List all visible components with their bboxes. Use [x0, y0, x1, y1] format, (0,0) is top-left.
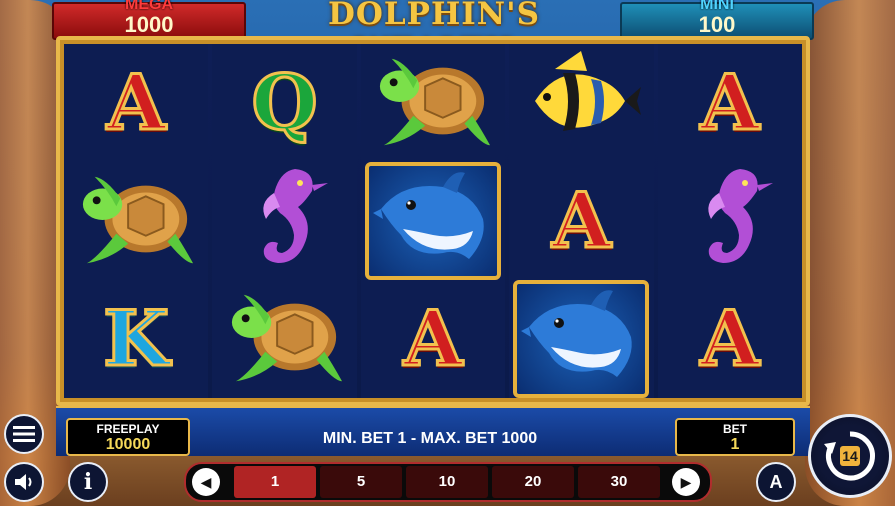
- spin-button[interactable]: 14: [808, 414, 892, 498]
- symbol-cell: A: [64, 44, 208, 162]
- symbol-cell: [361, 44, 505, 162]
- symbol-cell: A: [658, 44, 802, 162]
- info-button[interactable]: i: [68, 462, 108, 502]
- symbol-q: Q: [250, 58, 319, 147]
- info-icon: i: [83, 469, 93, 495]
- reels-grid: A K Q A A A A: [64, 44, 803, 398]
- sound-button[interactable]: [4, 462, 44, 502]
- autoplay-icon: A: [769, 471, 783, 492]
- bet-next-button[interactable]: ▶: [672, 468, 700, 496]
- symbol-cell: [64, 162, 208, 280]
- seahorse-icon: [685, 163, 775, 280]
- bet-box: BET 1: [675, 418, 795, 456]
- reel-1: A K: [64, 44, 209, 398]
- sound-icon: [15, 474, 32, 490]
- freeplay-value: 10000: [105, 436, 151, 453]
- bet-prev-button[interactable]: ◀: [192, 468, 220, 496]
- symbol-a: A: [402, 294, 464, 383]
- mega-jackpot: MEGA 1000: [52, 0, 246, 40]
- autoplay-button[interactable]: A: [756, 462, 796, 502]
- dolphin-icon: [513, 280, 650, 398]
- bet-range-text: MIN. BET 1 - MAX. BET 1000: [322, 430, 538, 447]
- symbol-cell: [212, 162, 356, 280]
- symbol-cell: [509, 44, 653, 162]
- menu-icon: [13, 426, 35, 442]
- bet-option-5[interactable]: 5: [320, 466, 402, 498]
- chevron-right-icon: ▶: [680, 474, 692, 490]
- symbol-cell: [509, 280, 653, 398]
- menu-button[interactable]: [4, 414, 44, 454]
- reel-3: A: [360, 44, 506, 398]
- svg-text:14: 14: [842, 448, 858, 464]
- bet-option-1[interactable]: 1: [234, 466, 316, 498]
- turtle-icon: [374, 46, 492, 161]
- symbol-cell: [658, 162, 802, 280]
- reel-frame: A K Q A A A A: [56, 36, 810, 406]
- seahorse-icon: [240, 163, 330, 280]
- bet-value: 1: [730, 436, 740, 453]
- symbol-cell: [361, 162, 505, 280]
- symbol-a: A: [699, 58, 761, 147]
- fish-icon: [521, 50, 642, 156]
- symbol-a: A: [699, 294, 761, 383]
- symbol-cell: A: [509, 162, 653, 280]
- symbol-cell: K: [64, 280, 208, 398]
- turtle-icon: [77, 164, 195, 279]
- symbol-a: A: [105, 58, 167, 147]
- mini-jackpot-value: 100: [698, 12, 736, 37]
- symbol-cell: Q: [212, 44, 356, 162]
- bet-option-30[interactable]: 30: [578, 466, 660, 498]
- mega-jackpot-value: 1000: [124, 12, 174, 37]
- reel-2: Q: [212, 44, 357, 398]
- game-logo: DOLPHIN'S WEALTH: [328, 0, 540, 68]
- symbol-cell: [212, 280, 356, 398]
- symbol-cell: A: [361, 280, 505, 398]
- symbol-cell: A: [658, 280, 802, 398]
- turtle-icon: [226, 282, 344, 397]
- bet-option-20[interactable]: 20: [492, 466, 574, 498]
- symbol-a: A: [550, 176, 612, 265]
- dolphin-icon: [365, 162, 502, 280]
- bet-option-10[interactable]: 10: [406, 466, 488, 498]
- chevron-left-icon: ◀: [200, 474, 212, 490]
- reel-5: A A: [657, 44, 803, 398]
- bet-label: BET: [723, 422, 747, 436]
- symbol-k: K: [102, 294, 171, 383]
- freeplay-label: FREEPLAY: [96, 422, 160, 436]
- mini-jackpot: MINI 100: [620, 0, 814, 40]
- freeplay-box: FREEPLAY 10000: [66, 418, 190, 456]
- spin-icon: 14: [824, 431, 875, 481]
- reel-4: A: [509, 44, 654, 398]
